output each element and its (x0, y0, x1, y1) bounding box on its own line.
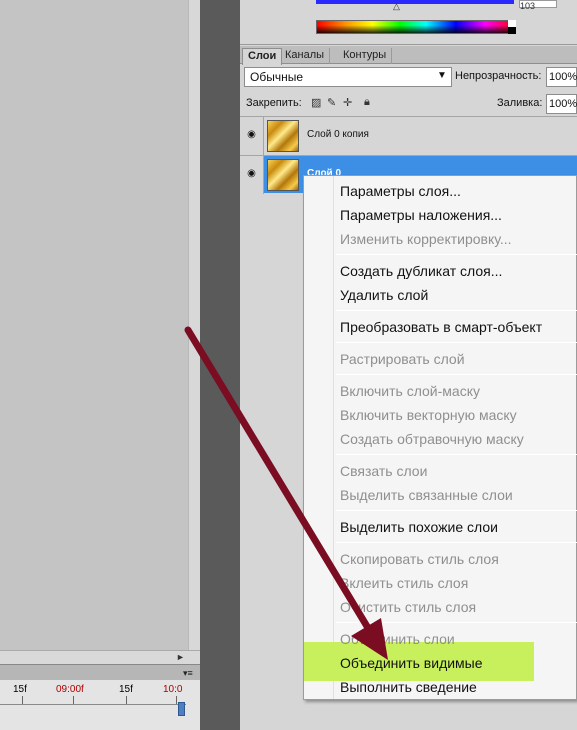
canvas-horizontal-scrollbar[interactable]: ► (0, 650, 200, 664)
slider-handle-icon[interactable]: △ (393, 1, 400, 12)
fill-label: Заливка: (497, 97, 543, 109)
timeline-tick (126, 696, 127, 704)
menu-separator (336, 342, 577, 343)
color-slider-track[interactable] (316, 0, 514, 4)
chevron-down-icon[interactable]: ▼ (437, 70, 447, 81)
menu-item-paste-layer-style[interactable]: Вклеить стиль слоя (340, 575, 468, 591)
fill-field[interactable]: 100% (546, 94, 577, 114)
menu-item-create-clipping-mask[interactable]: Создать обтравочную маску (340, 431, 524, 447)
timeline-ruler-line (0, 704, 186, 705)
timeline-tick-label: 15f (13, 684, 27, 695)
canvas-vertical-scrollbar[interactable] (188, 0, 200, 650)
spectrum-black-swatch[interactable] (508, 27, 516, 34)
menu-item-clear-layer-style[interactable]: Очистить стиль слоя (340, 599, 476, 615)
menu-separator (336, 622, 577, 623)
timeline-tick (73, 696, 74, 704)
color-value-field[interactable]: 103 (519, 0, 557, 11)
lock-transparency-icon[interactable]: ▨ (311, 96, 321, 109)
menu-item-edit-adjustment[interactable]: Изменить корректировку... (340, 231, 512, 247)
lock-all-icon[interactable]: 🔒︎ (364, 96, 370, 109)
menu-separator (336, 454, 577, 455)
timeline-playhead[interactable] (178, 702, 185, 716)
spectrum-white-swatch[interactable] (508, 20, 516, 27)
timeline-tick-label: 10:0 (163, 684, 183, 695)
menu-item-link-layers[interactable]: Связать слои (340, 463, 427, 479)
opacity-field[interactable]: 100% (546, 67, 577, 87)
layer-row[interactable]: ◉ Слой 0 копия (240, 116, 577, 155)
tab-channels[interactable]: Каналы (280, 48, 331, 64)
menu-separator (336, 374, 577, 375)
lock-paint-icon[interactable]: ✎ (327, 96, 336, 109)
animation-timeline[interactable]: 15f 09:00f 15f 10:0 (0, 680, 200, 730)
document-canvas[interactable] (0, 0, 200, 730)
layer-thumbnail (267, 159, 299, 191)
menu-separator (336, 510, 577, 511)
menu-item-duplicate-layer[interactable]: Создать дубликат слоя... (340, 263, 502, 279)
layer-name: Слой 0 копия (307, 129, 369, 140)
layer-thumbnail (267, 120, 299, 152)
eye-icon[interactable]: ◉ (240, 117, 264, 155)
menu-item-flatten-image[interactable]: Выполнить сведение (340, 679, 477, 695)
tab-paths[interactable]: Контуры (338, 48, 393, 64)
menu-item-merge-visible[interactable]: Объединить видимые (340, 655, 483, 671)
panel-menu-icon[interactable]: ▾≡ (183, 668, 193, 679)
menu-separator (336, 254, 577, 255)
lock-position-icon[interactable]: ✛ (343, 96, 352, 109)
menu-item-select-linked-layers[interactable]: Выделить связанные слои (340, 487, 513, 503)
eye-icon[interactable]: ◉ (240, 156, 264, 194)
menu-separator (336, 542, 577, 543)
blend-mode-select[interactable]: Обычные (244, 67, 452, 87)
menu-item-merge-layers[interactable]: Объединить слои (340, 631, 455, 647)
menu-item-enable-layer-mask[interactable]: Включить слой-маску (340, 383, 480, 399)
menu-item-blending-options[interactable]: Параметры наложения... (340, 207, 502, 223)
menu-item-convert-smart-object[interactable]: Преобразовать в смарт-объект (340, 319, 542, 335)
timeline-tick-label: 09:00f (56, 684, 84, 695)
menu-item-delete-layer[interactable]: Удалить слой (340, 287, 428, 303)
workspace-gutter (200, 0, 240, 730)
lock-label: Закрепить: (246, 97, 302, 109)
timeline-tick (176, 696, 177, 704)
menu-icon-gutter (333, 176, 334, 699)
tab-layers[interactable]: Слои (242, 48, 283, 65)
panel-tab-bar: Слои Каналы Контуры (240, 46, 577, 65)
timeline-tick-label: 15f (119, 684, 133, 695)
timeline-header: ▾≡ (0, 664, 200, 680)
menu-item-select-similar-layers[interactable]: Выделить похожие слои (340, 519, 498, 535)
timeline-tick (22, 696, 23, 704)
scroll-right-arrow-icon[interactable]: ► (176, 652, 185, 662)
menu-item-enable-vector-mask[interactable]: Включить векторную маску (340, 407, 517, 423)
opacity-label: Непрозрачность: (455, 70, 542, 82)
menu-separator (336, 310, 577, 311)
menu-item-layer-properties[interactable]: Параметры слоя... (340, 183, 461, 199)
color-spectrum-ramp[interactable] (316, 20, 516, 34)
menu-item-rasterize-layer[interactable]: Растрировать слой (340, 351, 465, 367)
menu-item-copy-layer-style[interactable]: Скопировать стиль слоя (340, 551, 499, 567)
